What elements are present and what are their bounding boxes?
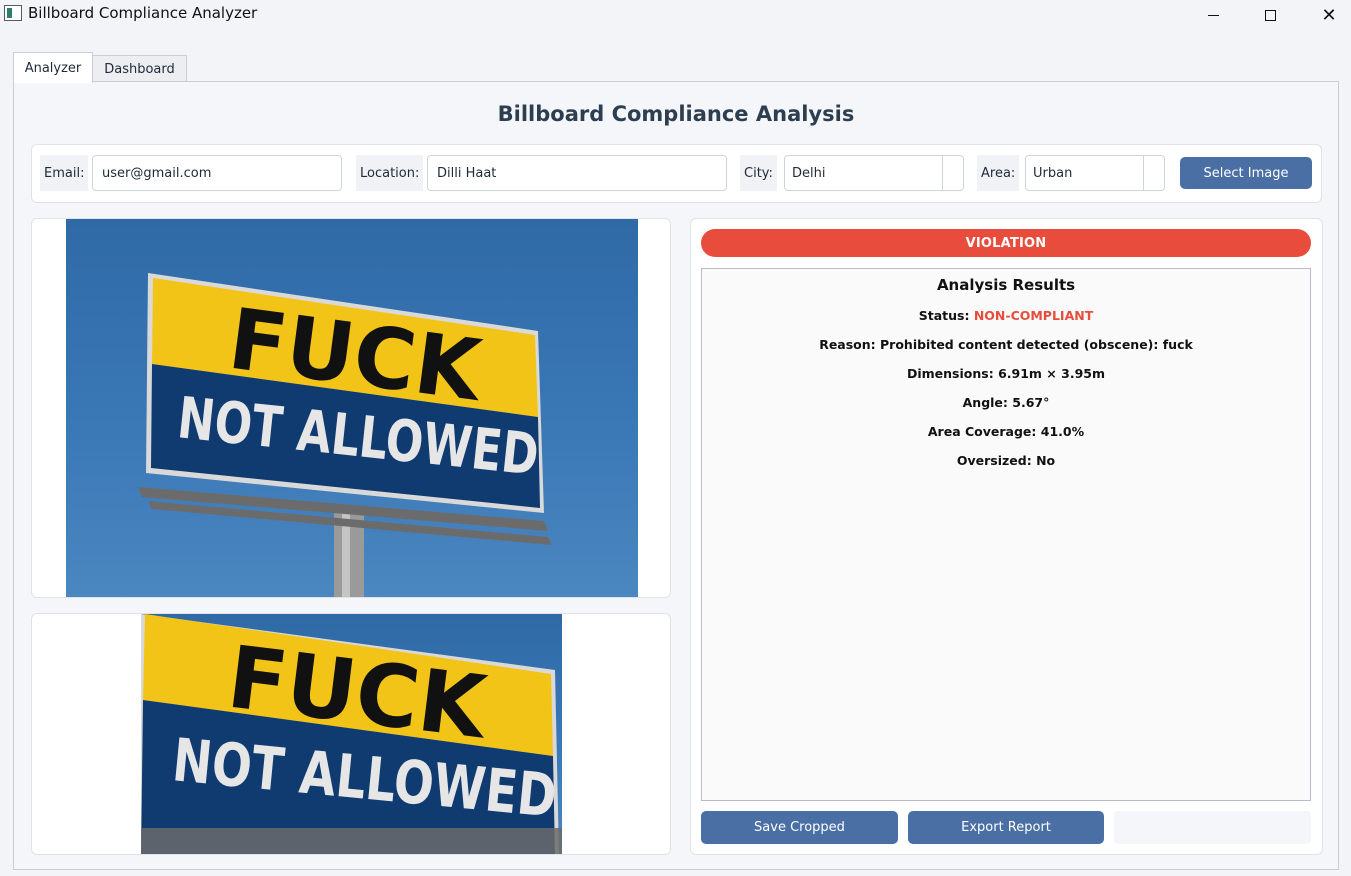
coverage-line: Area Coverage: 41.0% <box>702 424 1310 439</box>
original-image-card: FUCK NOT ALLOWED <box>31 218 671 598</box>
location-field[interactable]: Dilli Haat <box>427 155 727 191</box>
email-label: Email: <box>40 155 89 191</box>
dimensions-value: 6.91m × 3.95m <box>998 366 1105 381</box>
location-label: Location: <box>356 155 424 191</box>
city-label: City: <box>740 155 777 191</box>
email-field[interactable]: user@gmail.com <box>92 155 342 191</box>
cropped-billboard-illustration: FUCK NOT ALLOWED <box>141 614 562 854</box>
oversized-label: Oversized: <box>956 453 1032 468</box>
save-cropped-button[interactable]: Save Cropped <box>701 811 898 844</box>
analysis-results-box: Analysis Results Status: NON-COMPLIANT R… <box>701 268 1311 801</box>
coverage-label: Area Coverage: <box>927 424 1037 439</box>
export-report-button[interactable]: Export Report <box>908 811 1104 844</box>
results-title: Analysis Results <box>936 276 1076 294</box>
city-select[interactable]: Delhi <box>784 155 964 191</box>
maximize-button[interactable] <box>1247 0 1293 30</box>
violation-badge: VIOLATION <box>701 229 1311 257</box>
oversized-value: No <box>1036 453 1056 468</box>
angle-line: Angle: 5.67° <box>702 395 1310 410</box>
angle-value: 5.67° <box>1012 395 1050 410</box>
tab-analyzer[interactable]: Analyzer <box>13 52 93 83</box>
status-label: Status: <box>918 308 970 323</box>
area-dropdown-arrow[interactable] <box>1143 156 1164 190</box>
status-line: Status: NON-COMPLIANT <box>702 308 1310 323</box>
empty-action-slot <box>1114 811 1311 844</box>
title-bar: Billboard Compliance Analyzer ✕ <box>0 0 1351 30</box>
city-dropdown-arrow[interactable] <box>942 156 963 190</box>
reason-line: Reason: Prohibited content detected (obs… <box>702 337 1310 352</box>
coverage-value: 41.0% <box>1040 424 1085 439</box>
angle-label: Angle: <box>962 395 1008 410</box>
input-form: Email: user@gmail.com Location: Dilli Ha… <box>31 144 1322 203</box>
minimize-icon <box>1207 14 1219 16</box>
status-value: NON-COMPLIANT <box>973 308 1094 323</box>
cropped-image-card: FUCK NOT ALLOWED <box>31 613 671 855</box>
original-billboard-image: FUCK NOT ALLOWED <box>66 219 638 597</box>
dimensions-line: Dimensions: 6.91m × 3.95m <box>702 366 1310 381</box>
reason-label: Reason: <box>819 337 876 352</box>
billboard-illustration: FUCK NOT ALLOWED <box>138 273 552 597</box>
tab-dashboard[interactable]: Dashboard <box>92 55 187 82</box>
area-value: Urban <box>1033 165 1073 181</box>
close-button[interactable]: ✕ <box>1306 0 1351 30</box>
city-value: Delhi <box>792 165 826 181</box>
analyzer-panel: Billboard Compliance Analysis Email: use… <box>13 81 1339 870</box>
results-card: VIOLATION Analysis Results Status: NON-C… <box>690 218 1323 855</box>
area-select[interactable]: Urban <box>1025 155 1165 191</box>
cropped-billboard-image: FUCK NOT ALLOWED <box>141 614 562 854</box>
window-title: Billboard Compliance Analyzer <box>28 4 258 22</box>
oversized-line: Oversized: No <box>702 453 1310 468</box>
select-image-button[interactable]: Select Image <box>1180 157 1312 189</box>
page-title: Billboard Compliance Analysis <box>497 102 855 126</box>
maximize-icon <box>1264 9 1276 21</box>
close-icon: ✕ <box>1321 4 1337 26</box>
area-label: Area: <box>977 155 1020 191</box>
app-icon <box>4 5 22 21</box>
minimize-button[interactable] <box>1190 0 1236 30</box>
dimensions-label: Dimensions: <box>907 366 994 381</box>
reason-value: Prohibited content detected (obscene): f… <box>880 337 1193 352</box>
